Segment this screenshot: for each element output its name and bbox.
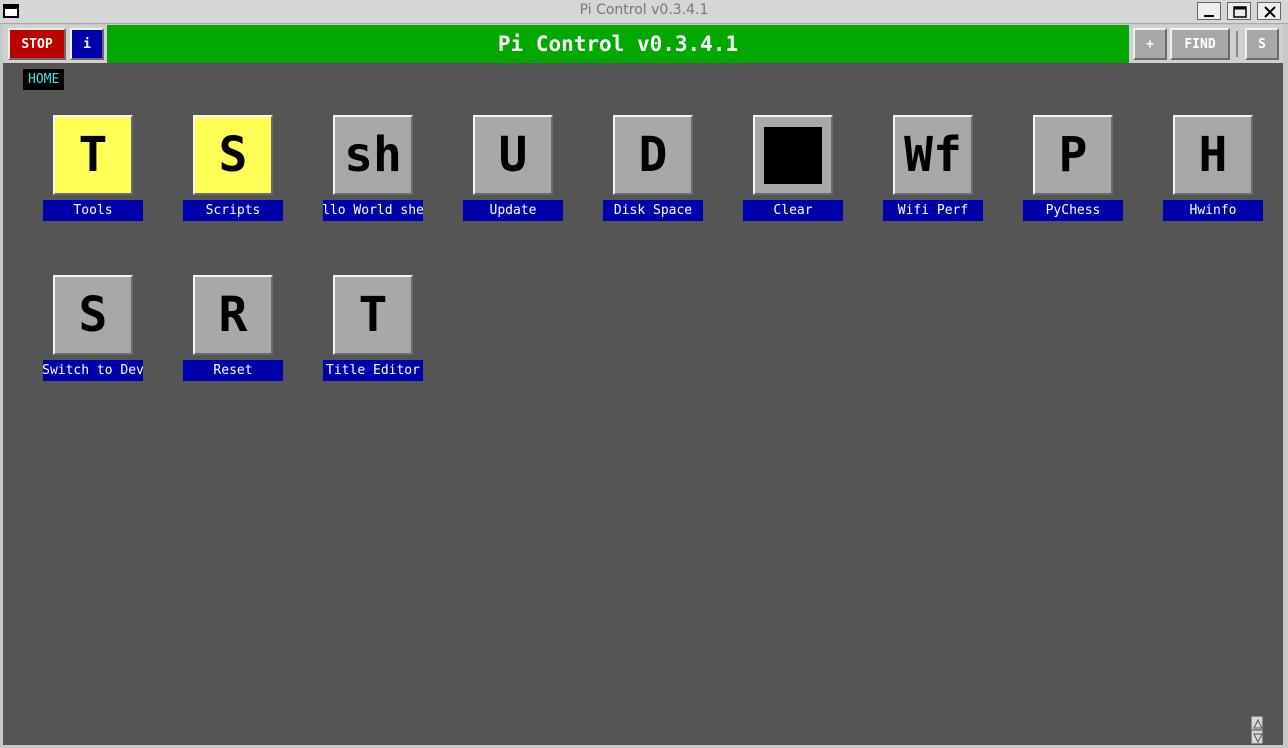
tile-label-text: Title Editor xyxy=(326,363,420,378)
tile-label-text: Scripts xyxy=(205,203,261,218)
tile-label[interactable]: Switch to Dev xyxy=(43,360,143,381)
tile-title-editor[interactable]: T Title Editor xyxy=(323,275,423,385)
tile-label[interactable]: Reset xyxy=(183,360,283,381)
tile-label[interactable]: llo World she xyxy=(323,200,423,221)
app-banner-title: Pi Control v0.3.4.1 xyxy=(107,25,1129,63)
app-area: STOP i Pi Control v0.3.4.1 + FIND S HOME… xyxy=(3,25,1283,745)
minimize-icon[interactable] xyxy=(1197,2,1221,20)
tile-disk-space[interactable]: D Disk Space xyxy=(603,115,703,225)
tile-label-text: Reset xyxy=(213,363,253,378)
tile-label-text: Switch to Dev xyxy=(43,363,143,378)
tile-llo-world-she[interactable]: sh llo World she xyxy=(323,115,423,225)
tile-label[interactable]: PyChess xyxy=(1023,200,1123,221)
tile-label[interactable]: Wifi Perf xyxy=(883,200,983,221)
tile-label[interactable]: Update xyxy=(463,200,563,221)
tile-label-text: Disk Space xyxy=(613,203,693,218)
tile-icon[interactable]: S xyxy=(53,275,133,355)
info-button[interactable]: i xyxy=(70,28,104,60)
tile-label-text: Tools xyxy=(73,203,113,218)
tile-label-text: Update xyxy=(489,203,537,218)
tile-icon[interactable]: T xyxy=(333,275,413,355)
tile-switch-to-dev[interactable]: S Switch to Dev xyxy=(43,275,143,385)
tile-label[interactable]: Tools xyxy=(43,200,143,221)
tile-icon[interactable]: R xyxy=(193,275,273,355)
window-title-bar: Pi Control v0.3.4.1 xyxy=(0,0,1288,24)
black-square-icon xyxy=(764,126,822,184)
tile-icon[interactable]: H xyxy=(1173,115,1253,195)
tile-icon[interactable]: sh xyxy=(333,115,413,195)
toolbar-separator xyxy=(1236,31,1238,57)
tile-pychess[interactable]: P PyChess xyxy=(1023,115,1123,225)
tile-icon[interactable]: P xyxy=(1033,115,1113,195)
tile-icon[interactable]: D xyxy=(613,115,693,195)
tile-tools[interactable]: T Tools xyxy=(43,115,143,225)
scroll-down-icon[interactable] xyxy=(1251,730,1263,744)
tile-icon[interactable]: S xyxy=(193,115,273,195)
tile-label[interactable]: Scripts xyxy=(183,200,283,221)
stop-button[interactable]: STOP xyxy=(8,28,66,60)
tile-label-text: Wifi Perf xyxy=(897,203,969,218)
maximize-icon[interactable] xyxy=(1227,2,1251,20)
s-button[interactable]: S xyxy=(1245,28,1279,60)
tile-label[interactable]: Clear xyxy=(743,200,843,221)
tile-wifi-perf[interactable]: Wf Wifi Perf xyxy=(883,115,983,225)
tile-scripts[interactable]: S Scripts xyxy=(183,115,283,225)
tile-label-text: Hwinfo xyxy=(1189,203,1237,218)
tile-icon[interactable] xyxy=(753,115,833,195)
tile-hwinfo[interactable]: H Hwinfo xyxy=(1163,115,1263,225)
tile-label-text: Clear xyxy=(773,203,813,218)
tile-label-text: PyChess xyxy=(1045,203,1101,218)
tile-label[interactable]: Disk Space xyxy=(603,200,703,221)
toolbar: STOP i Pi Control v0.3.4.1 + FIND S xyxy=(3,25,1283,63)
add-button[interactable]: + xyxy=(1133,28,1167,60)
find-button[interactable]: FIND xyxy=(1170,28,1230,60)
tile-icon[interactable]: Wf xyxy=(893,115,973,195)
tile-update[interactable]: U Update xyxy=(463,115,563,225)
tile-label[interactable]: Hwinfo xyxy=(1163,200,1263,221)
close-icon[interactable] xyxy=(1257,2,1281,20)
breadcrumb[interactable]: HOME xyxy=(23,69,65,90)
tile-reset[interactable]: R Reset xyxy=(183,275,283,385)
tile-label-text: llo World she xyxy=(323,203,423,218)
scroll-up-icon[interactable] xyxy=(1251,716,1263,730)
tile-clear[interactable]: Clear xyxy=(743,115,843,225)
window-title: Pi Control v0.3.4.1 xyxy=(579,2,709,18)
tile-icon[interactable]: U xyxy=(473,115,553,195)
tile-icon[interactable]: T xyxy=(53,115,133,195)
tile-label[interactable]: Title Editor xyxy=(323,360,423,381)
